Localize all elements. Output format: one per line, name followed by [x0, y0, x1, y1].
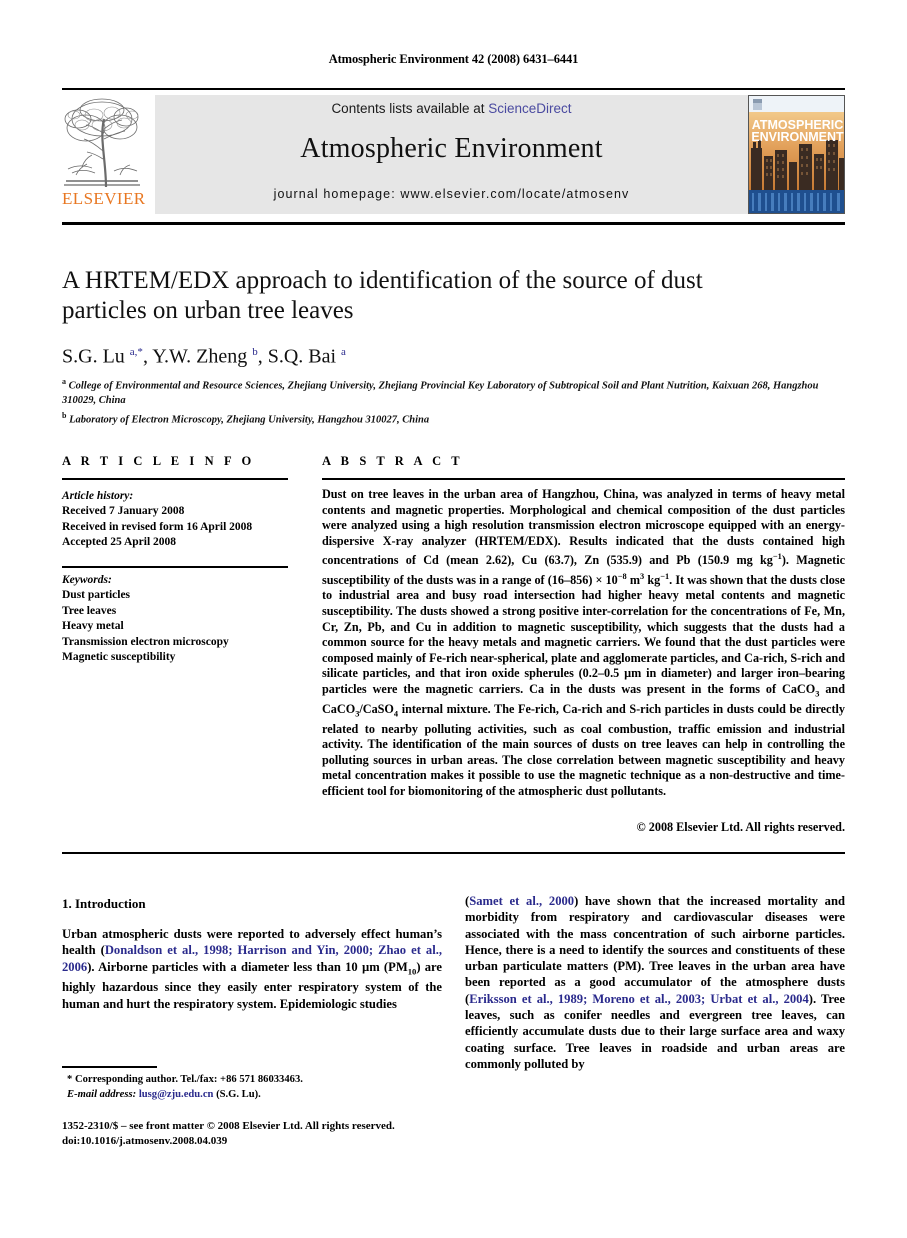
body-column-right: (Samet et al., 2000) have shown that the… — [465, 894, 845, 1071]
keyword-item: Magnetic susceptibility — [62, 651, 176, 664]
keywords-block: Keywords: Dust particles Tree leaves Hea… — [62, 573, 312, 665]
history-revised: Received in revised form 16 April 2008 — [62, 520, 253, 533]
history-label: Article history: — [62, 490, 134, 502]
abstract-text: Dust on tree leaves in the urban area of… — [322, 487, 845, 798]
history-received: Received 7 January 2008 — [62, 505, 185, 518]
elsevier-wordmark: ELSEVIER — [62, 189, 146, 208]
cover-artwork: ATMOSPHERIC ENVIRONMENT — [749, 96, 844, 213]
keywords-label: Keywords: — [62, 574, 112, 586]
issn-front-matter: 1352-2310/$ – see front matter © 2008 El… — [62, 1120, 395, 1132]
contents-available-line: Contents lists available at ScienceDirec… — [155, 101, 748, 116]
journal-banner: ELSEVIER Contents lists available at Sci… — [62, 95, 845, 217]
corresponding-author-line: * Corresponding author. Tel./fax: +86 57… — [67, 1074, 303, 1085]
article-info-heading: A R T I C L E I N F O — [62, 454, 255, 468]
history-accepted: Accepted 25 April 2008 — [62, 536, 177, 549]
banner-top-rule — [62, 88, 845, 90]
banner-bottom-rule — [62, 222, 845, 225]
abstract-rule — [322, 478, 845, 480]
contents-prefix: Contents lists available at — [331, 101, 489, 116]
footnote-rule — [62, 1066, 157, 1068]
body-separator-rule — [62, 852, 845, 854]
sciencedirect-link[interactable]: ScienceDirect — [488, 101, 571, 116]
article-history: Article history: Received 7 January 2008… — [62, 489, 312, 551]
journal-cover-thumbnail: ATMOSPHERIC ENVIRONMENT — [748, 95, 845, 214]
affiliation-a: a College of Environmental and Resource … — [62, 377, 819, 406]
elsevier-tree-icon — [64, 98, 140, 188]
imprint-block: 1352-2310/$ – see front matter © 2008 El… — [62, 1119, 562, 1148]
affiliation-b: b Laboratory of Electron Microscopy, Zhe… — [62, 410, 430, 426]
journal-homepage-link[interactable]: journal homepage: www.elsevier.com/locat… — [155, 187, 748, 201]
doi-line: doi:10.1016/j.atmosenv.2008.04.039 — [62, 1134, 228, 1147]
email-link[interactable]: lusg@zju.edu.cn — [139, 1089, 214, 1100]
corresponding-author-footnote: * Corresponding author. Tel./fax: +86 57… — [62, 1073, 452, 1102]
email-suffix: (S.G. Lu). — [216, 1088, 261, 1100]
email-line: E-mail address: lusg@zju.edu.cn (S.G. Lu… — [62, 1088, 452, 1103]
journal-title: Atmospheric Environment — [300, 133, 603, 164]
email-label: E-mail address: — [67, 1088, 137, 1100]
cover-title-line2: ENVIRONMENT — [751, 130, 844, 144]
keyword-item: Transmission electron microscopy — [62, 635, 229, 648]
abstract-heading: A B S T R A C T — [322, 454, 464, 468]
section-title-introduction: 1. Introduction — [62, 896, 146, 911]
running-head: Atmospheric Environment 42 (2008) 6431–6… — [328, 52, 579, 66]
body-column-left: Urban atmospheric dusts were reported to… — [62, 927, 443, 1011]
article-info-rule — [62, 478, 288, 480]
keywords-rule — [62, 566, 288, 568]
page-title: A HRTEM/EDX approach to identification o… — [62, 267, 703, 324]
journal-article-page: Atmospheric Environment 42 (2008) 6431–6… — [0, 0, 907, 1238]
affiliations: a College of Environmental and Resource … — [62, 375, 845, 428]
keyword-item: Tree leaves — [62, 604, 117, 617]
abstract-copyright: © 2008 Elsevier Ltd. All rights reserved… — [636, 820, 845, 834]
banner-center: Contents lists available at ScienceDirec… — [155, 95, 748, 214]
keyword-item: Dust particles — [62, 589, 131, 602]
elsevier-logo: ELSEVIER — [62, 95, 146, 215]
author-list: S.G. Lu a,*, Y.W. Zheng b, S.Q. Bai a — [62, 345, 346, 368]
keyword-item: Heavy metal — [62, 620, 124, 633]
